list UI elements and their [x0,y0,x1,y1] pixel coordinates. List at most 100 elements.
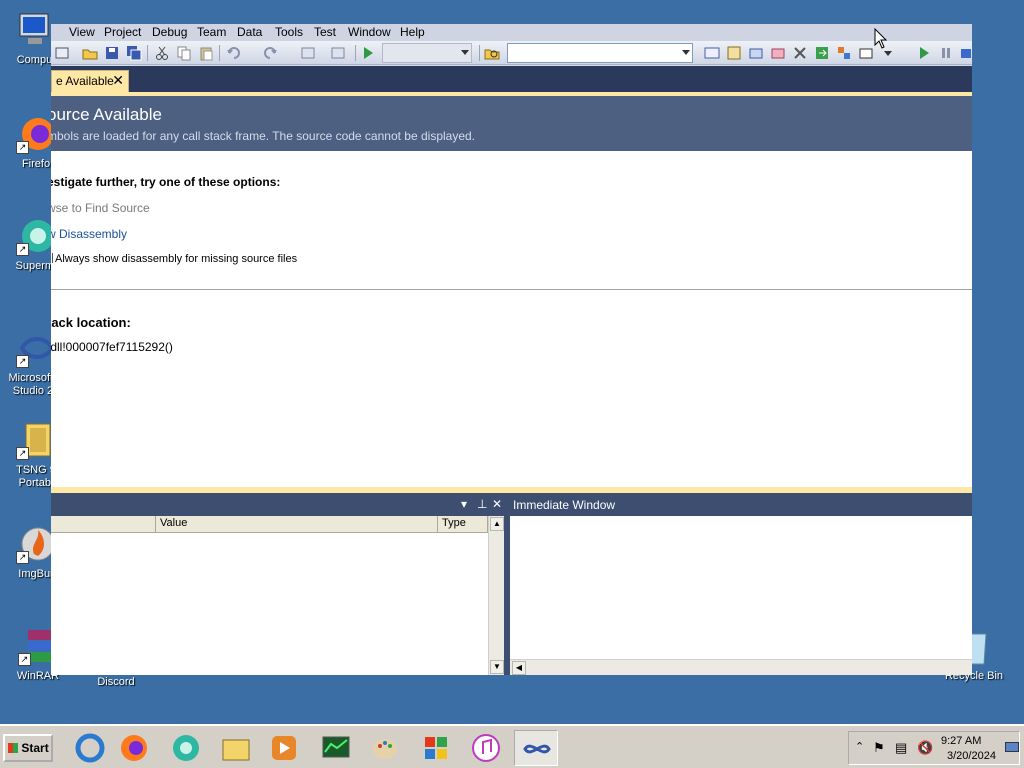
tools-icon[interactable] [791,44,809,62]
menu-bar: View Project Debug Team Data Tools Test … [51,24,972,41]
horizontal-scrollbar[interactable]: ◀ [510,659,972,675]
save-icon[interactable] [103,44,121,62]
close-icon[interactable]: ✕ [492,497,502,511]
taskbar: Start ⌃ ⚑ ▤ 🔇 9:27 AM 3/20/2024 [0,724,1024,768]
menu-window[interactable]: Window [348,25,391,39]
clock-date[interactable]: 3/20/2024 [947,750,996,762]
new-project-icon[interactable] [53,44,71,62]
menu-test[interactable]: Test [314,25,336,39]
menu-data[interactable]: Data [237,25,262,39]
menu-view[interactable]: View [69,25,95,39]
folder-icon: ↗ [16,420,56,460]
break-all-icon[interactable] [937,44,955,62]
desktop-icon-label: Discord [97,676,135,688]
class-view-icon[interactable] [835,44,853,62]
menu-tools[interactable]: Tools [275,25,303,39]
action-center-flag-icon[interactable]: ⚑ [873,740,885,756]
column-header-value[interactable]: Value [156,516,438,533]
volume-muted-icon[interactable]: 🔇 [917,740,933,756]
browse-to-find-source-link[interactable]: wse to Find Source [51,201,150,215]
toolbox-icon[interactable] [769,44,787,62]
object-browser-icon[interactable] [747,44,765,62]
find-in-files-icon[interactable] [483,44,501,62]
menu-project[interactable]: Project [104,25,141,39]
redo-icon[interactable] [261,44,279,62]
network-icon[interactable]: ▤ [895,740,907,756]
stop-debugging-icon[interactable] [957,44,972,62]
show-hidden-icons-icon[interactable]: ⌃ [855,740,864,753]
undo-icon[interactable] [225,44,243,62]
find-combo[interactable] [507,43,693,63]
menu-team[interactable]: Team [197,25,226,39]
column-header-name[interactable] [51,516,156,533]
solution-explorer-icon[interactable] [703,44,721,62]
standard-toolbar [51,41,972,65]
continue-icon[interactable] [915,44,933,62]
close-icon[interactable]: ✕ [112,73,124,87]
chevron-down-icon[interactable]: ▾ [461,497,467,511]
visual-studio-window: View Project Debug Team Data Tools Test … [51,24,972,675]
properties-icon[interactable] [725,44,743,62]
document-tab-strip: e Available ✕ [51,66,972,92]
scroll-down-icon[interactable]: ▼ [490,660,504,674]
supermium-icon[interactable] [164,730,208,766]
vertical-scrollbar[interactable]: ▲ ▼ [488,516,504,675]
always-show-disassembly-checkbox[interactable]: Always show disassembly for missing sour… [51,253,297,265]
menu-debug[interactable]: Debug [152,25,187,39]
export-icon[interactable] [813,44,831,62]
chevron-down-icon [682,50,690,55]
column-header-type[interactable]: Type [438,516,488,533]
tab-label: e Available [56,74,114,88]
navigate-backward-icon[interactable] [299,44,317,62]
view-disassembly-link[interactable]: w Disassembly [51,227,127,241]
file-explorer-icon[interactable] [214,730,258,766]
checkbox-icon [51,253,53,263]
clock-time[interactable]: 9:27 AM [941,735,981,747]
scroll-left-icon[interactable]: ◀ [512,661,526,675]
imgburn-icon: ↗ [16,524,56,564]
shortcut-arrow-icon: ↗ [16,355,29,368]
paint-icon[interactable] [364,730,408,766]
mouse-cursor-icon [874,28,888,49]
windows-icon[interactable] [414,730,458,766]
start-debugging-icon[interactable] [359,44,377,62]
divider [51,289,972,290]
copy-icon[interactable] [175,44,193,62]
start-button[interactable]: Start [3,734,53,762]
solution-config-combo[interactable] [382,43,472,63]
internet-explorer-icon[interactable] [68,730,112,766]
visual-studio-icon[interactable] [514,730,558,766]
cut-icon[interactable] [153,44,171,62]
shortcut-arrow-icon: ↗ [16,447,29,460]
shortcut-arrow-icon: ↗ [16,243,29,256]
computer-icon [16,10,56,50]
open-icon[interactable] [81,44,99,62]
tab-no-source-available[interactable]: e Available ✕ [51,70,129,92]
start-label: Start [21,741,49,755]
locals-pane: ▾ ⊥ ✕ Value Type ▲ ▼ [51,493,506,675]
menu-help[interactable]: Help [400,25,425,39]
chevron-down-icon [461,50,469,55]
navigate-forward-icon[interactable] [329,44,347,62]
tool-window-area: ▾ ⊥ ✕ Value Type ▲ ▼ Immediate Window ◀ [51,493,972,675]
desktop-icon-discord[interactable]: Discord [80,676,152,689]
paste-icon[interactable] [197,44,215,62]
locals-titlebar: ▾ ⊥ ✕ [51,495,506,515]
firefox-icon[interactable] [112,730,156,766]
windows-flag-icon [8,743,18,753]
itunes-icon[interactable] [464,730,508,766]
save-all-icon[interactable] [125,44,143,62]
command-window-icon[interactable] [857,44,875,62]
immediate-window-pane: Immediate Window ◀ [510,493,972,675]
immediate-window-body[interactable] [510,516,972,659]
media-player-icon[interactable] [262,730,306,766]
task-manager-icon[interactable] [314,730,358,766]
scroll-up-icon[interactable]: ▲ [490,517,504,531]
immediate-window-title: Immediate Window [513,498,616,512]
firefox-icon: ↗ [16,114,56,154]
call-stack-heading: tack location: [51,315,131,330]
show-desktop-icon[interactable] [1005,742,1019,752]
pin-icon[interactable]: ⊥ [477,497,487,511]
shortcut-arrow-icon: ↗ [18,653,31,666]
no-source-body: estigate further, try one of these optio… [51,151,972,487]
